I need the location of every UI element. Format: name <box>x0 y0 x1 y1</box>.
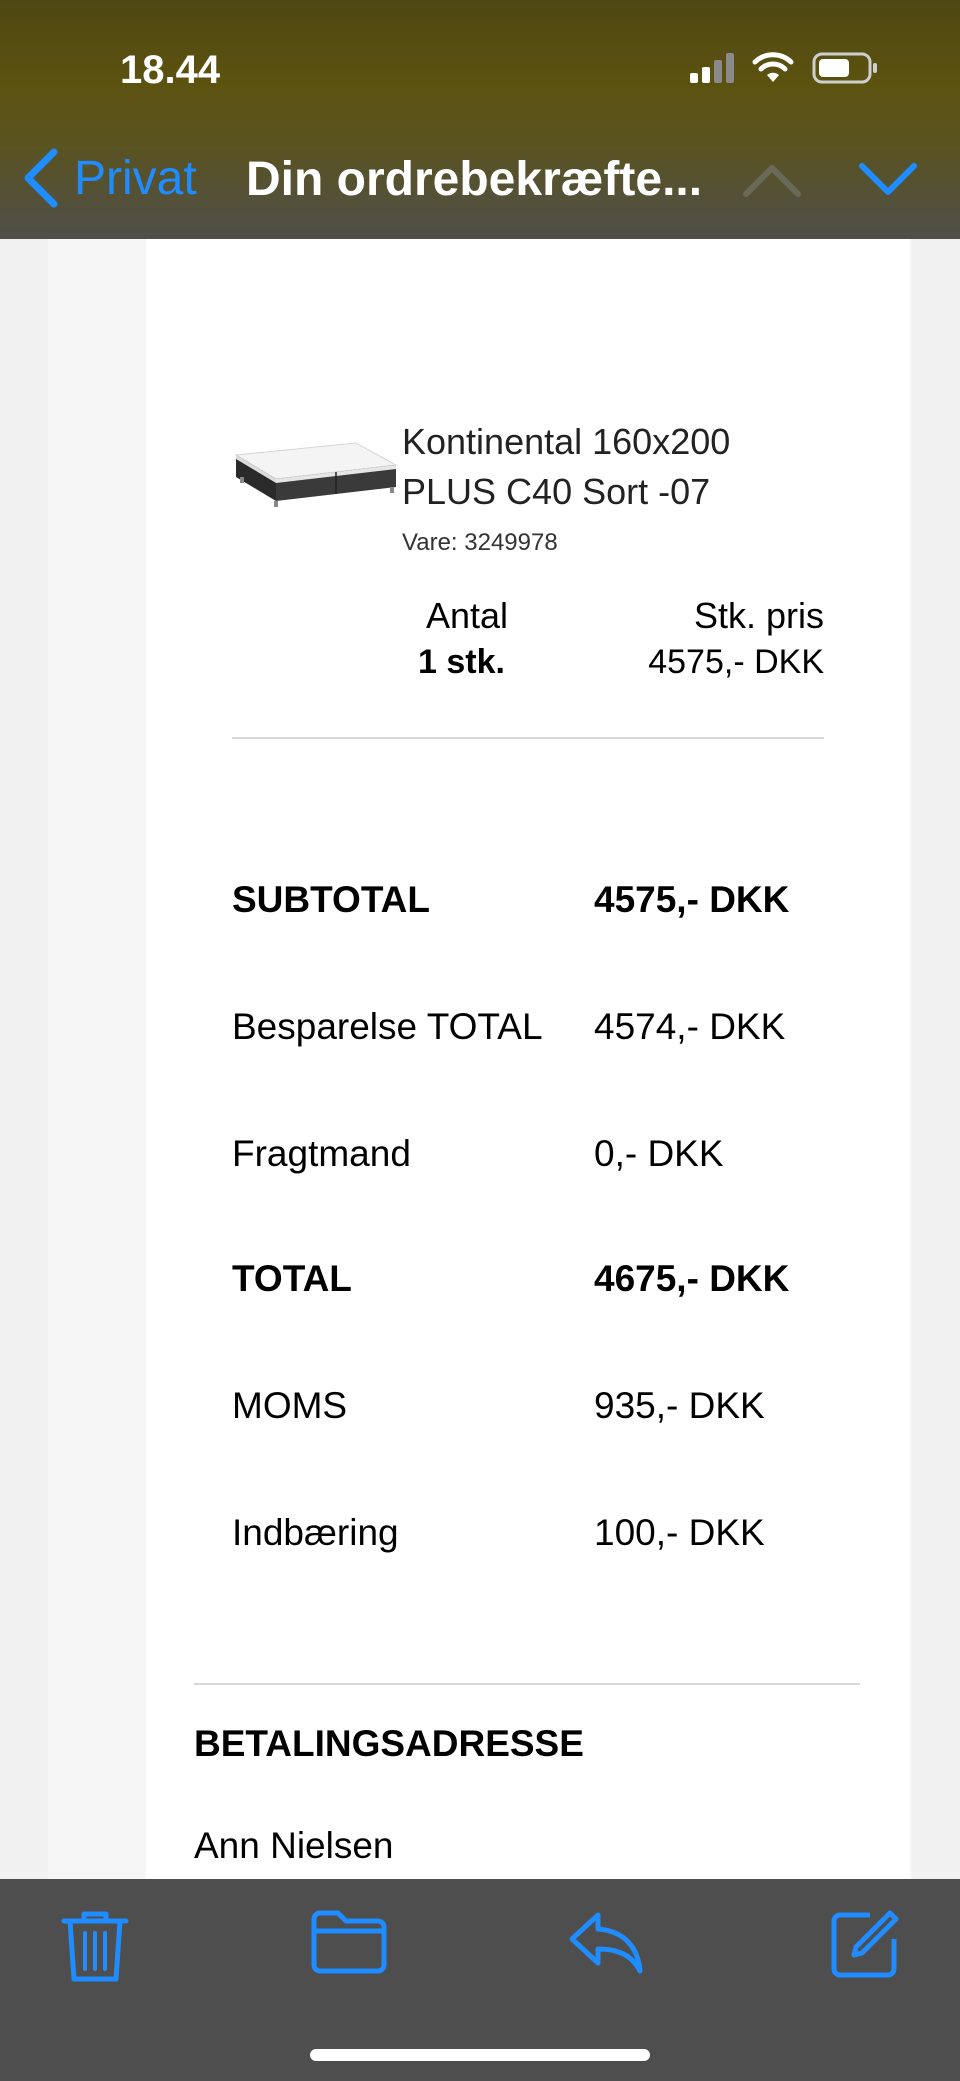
quantity-value: 1 stk. <box>418 643 505 681</box>
back-label: Privat <box>74 151 197 205</box>
totals-row-subtotal: SUBTOTAL 4575,- DKK <box>232 879 872 929</box>
compose-button[interactable] <box>830 1909 900 1984</box>
chevron-left-icon <box>24 148 58 208</box>
home-indicator[interactable] <box>310 2049 650 2061</box>
unit-price-label: Stk. pris <box>693 595 824 636</box>
totals-value: 935,- DKK <box>594 1385 765 1426</box>
wifi-icon <box>752 52 794 82</box>
reply-button[interactable] <box>568 1909 644 1980</box>
totals-row-vat: MOMS 935,- DKK <box>232 1385 872 1435</box>
product-name: Kontinental 160x200 PLUS C40 Sort -07 <box>402 417 822 517</box>
battery-icon <box>812 52 877 84</box>
next-message-button[interactable] <box>858 160 918 205</box>
totals-row-shipping: Fragtmand 0,- DKK <box>232 1133 872 1183</box>
totals-value: 4675,- DKK <box>594 1258 790 1299</box>
top-bar: 18.44 Privat Din ordrebekræfte... <box>0 0 960 239</box>
bottom-toolbar <box>0 1879 960 2081</box>
product-sku: Vare: 3249978 <box>402 529 558 556</box>
chevron-up-icon <box>743 165 801 197</box>
cellular-signal-icon <box>690 53 734 83</box>
totals-row-savings: Besparelse TOTAL 4574,- DKK <box>232 1006 872 1056</box>
totals-label: Indbæring <box>232 1512 399 1553</box>
previous-message-button[interactable] <box>742 160 802 205</box>
totals-value: 0,- DKK <box>594 1133 724 1174</box>
order-card: Kontinental 160x200 PLUS C40 Sort -07 Va… <box>146 239 910 1879</box>
totals-label: TOTAL <box>232 1258 352 1299</box>
quantity-label: Antal <box>426 595 509 636</box>
totals-value: 100,- DKK <box>594 1512 765 1553</box>
divider <box>194 1683 860 1685</box>
message-subject: Din ordrebekræfte... <box>246 153 703 206</box>
product-image <box>234 442 398 507</box>
status-time: 18.44 <box>120 48 221 92</box>
unit-price-value: 4575,- DKK <box>648 643 824 681</box>
delete-button[interactable] <box>60 1909 130 1990</box>
totals-label: MOMS <box>232 1385 348 1426</box>
billing-address-title: BETALINGSADRESSE <box>194 1723 584 1764</box>
trash-icon <box>61 1911 129 1982</box>
compose-icon <box>831 1910 899 1978</box>
totals-label: SUBTOTAL <box>232 879 431 920</box>
totals-row-total: TOTAL 4675,- DKK <box>232 1258 872 1308</box>
mail-content[interactable]: Kontinental 160x200 PLUS C40 Sort -07 Va… <box>0 239 960 1879</box>
totals-value: 4574,- DKK <box>594 1006 786 1047</box>
reply-icon <box>569 1912 643 1974</box>
status-icons <box>690 52 878 84</box>
totals-value: 4575,- DKK <box>594 879 790 920</box>
product-name-line2: PLUS C40 Sort -07 <box>402 471 711 512</box>
divider <box>232 737 824 739</box>
mail-outer-frame: Kontinental 160x200 PLUS C40 Sort -07 Va… <box>48 239 912 1879</box>
move-to-folder-button[interactable] <box>310 1909 388 1980</box>
totals-label: Fragtmand <box>232 1133 411 1174</box>
folder-icon <box>311 1910 387 1974</box>
back-button[interactable]: Privat <box>22 148 197 208</box>
product-name-line1: Kontinental 160x200 <box>402 421 731 462</box>
chevron-down-icon <box>859 163 917 195</box>
billing-name: Ann Nielsen <box>194 1825 394 1866</box>
totals-label: Besparelse TOTAL <box>232 1006 543 1047</box>
totals-row-carry-in: Indbæring 100,- DKK <box>232 1512 872 1562</box>
